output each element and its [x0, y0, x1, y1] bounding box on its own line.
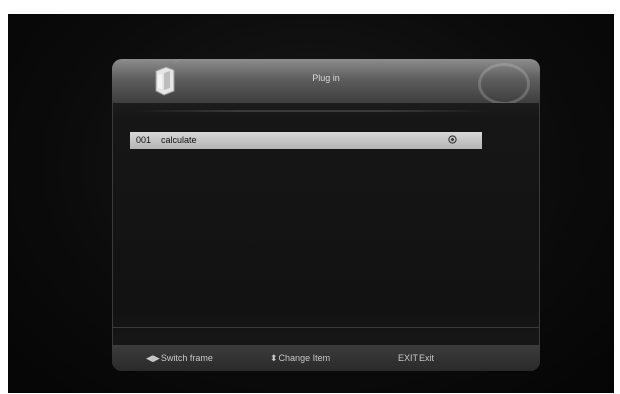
- footer-hints: ◀▶Switch frame ⬍Change Item EXITExit: [112, 345, 540, 371]
- exit-key-label: EXIT: [398, 353, 419, 363]
- title-bar-swirl: [478, 63, 530, 103]
- footer-divider: [112, 327, 540, 328]
- hint-label: Exit: [419, 353, 435, 363]
- list-item[interactable]: 001 calculate: [130, 132, 482, 149]
- page-title: Plug in: [312, 73, 340, 83]
- header-divider: [132, 110, 492, 112]
- title-bar: Plug in: [112, 59, 540, 103]
- hint-label: Change Item: [278, 353, 331, 363]
- hint-exit: EXITExit: [398, 353, 434, 363]
- hint-label: Switch frame: [160, 353, 213, 363]
- plugin-menu: Plug in 001 calculate ◀▶Switch frame ⬍Ch…: [112, 59, 540, 371]
- up-down-arrows-icon: ⬍: [270, 353, 278, 363]
- tv-screen: Plug in 001 calculate ◀▶Switch frame ⬍Ch…: [8, 14, 614, 393]
- item-number: 001: [136, 135, 152, 145]
- gear-icon: [448, 135, 457, 144]
- item-name: calculate: [161, 135, 197, 145]
- hint-change-item: ⬍Change Item: [270, 353, 330, 364]
- hint-switch-frame: ◀▶Switch frame: [146, 353, 213, 364]
- left-right-arrows-icon: ◀▶: [146, 353, 160, 363]
